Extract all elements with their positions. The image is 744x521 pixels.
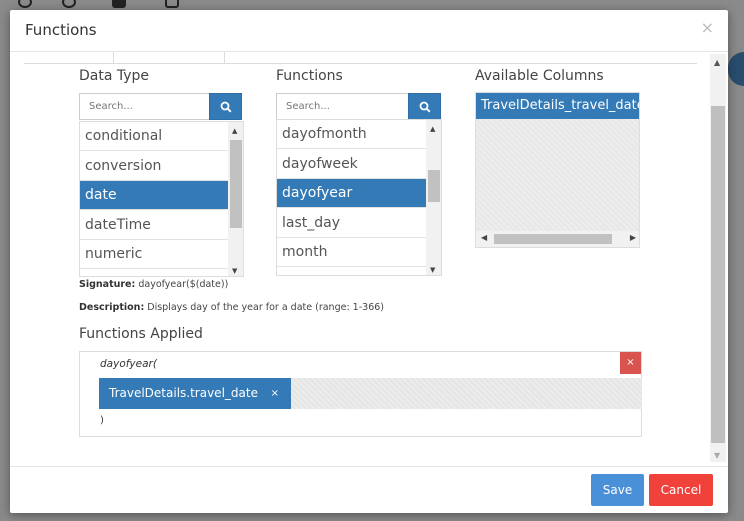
data-type-search <box>79 93 242 120</box>
scroll-down-icon[interactable]: ▼ <box>714 451 720 460</box>
tab-right[interactable] <box>224 52 697 64</box>
data-type-label: Data Type <box>79 68 150 84</box>
modal-footer: Save Cancel <box>10 466 728 513</box>
share-icon <box>62 0 76 8</box>
argument-chip[interactable]: TravelDetails.travel_date × <box>99 378 291 409</box>
available-columns-label: Available Columns <box>475 68 604 84</box>
signature-label: Signature: <box>79 279 136 290</box>
signature-value: dayofyear($(date)) <box>138 279 229 290</box>
available-column-item[interactable]: TravelDetails_travel_date <box>476 93 639 119</box>
save-disk-icon <box>165 0 179 8</box>
tab-left[interactable] <box>24 52 114 64</box>
close-icon[interactable]: × <box>701 18 714 37</box>
modal-title: Functions <box>25 21 97 39</box>
background-avatar <box>728 52 744 86</box>
description-value: Displays day of the year for a date (ran… <box>147 302 384 313</box>
scroll-up-icon[interactable]: ▲ <box>714 58 720 67</box>
list-item[interactable]: dayofmonth <box>277 120 426 149</box>
scrollbar-thumb[interactable] <box>494 234 612 244</box>
list-item[interactable]: dayofyear <box>277 179 426 208</box>
background-toolbar <box>0 0 744 10</box>
search-icon <box>220 101 232 113</box>
scroll-up-icon[interactable]: ▲ <box>232 127 237 135</box>
layout-icon <box>112 0 126 8</box>
signature-line: Signature: dayofyear($(date)) <box>79 279 228 290</box>
description-line: Description: Displays day of the year fo… <box>79 302 384 313</box>
search-icon <box>419 101 431 113</box>
tab-strip <box>24 52 697 64</box>
list-item[interactable]: dayofweek <box>277 150 426 179</box>
scrollbar-thumb[interactable] <box>428 170 440 202</box>
functions-label: Functions <box>276 68 343 84</box>
scroll-down-icon[interactable]: ▼ <box>232 267 237 275</box>
list-item[interactable]: last_day <box>277 209 426 238</box>
available-columns-list: TravelDetails_travel_date ◀ ▶ <box>475 92 640 248</box>
functions-search-input[interactable] <box>277 94 407 119</box>
remove-function-button[interactable]: × <box>620 352 641 374</box>
applied-function-name: dayofyear( <box>100 358 157 370</box>
modal-header: Functions × <box>10 10 728 52</box>
list-item[interactable]: numeric <box>80 240 228 269</box>
argument-label: TravelDetails.travel_date <box>109 386 258 400</box>
functions-list: dayofmonth dayofweek dayofyear last_day mont… <box>276 119 442 276</box>
argument-drop-zone[interactable]: TravelDetails.travel_date × <box>99 378 642 409</box>
functions-applied-box: dayofyear( × TravelDetails.travel_date ×… <box>79 351 642 437</box>
closing-paren: ) <box>100 415 104 426</box>
scrollbar-thumb[interactable] <box>230 140 242 228</box>
scroll-down-icon[interactable]: ▼ <box>430 266 435 274</box>
data-type-search-button[interactable] <box>209 93 242 120</box>
modal-scrollbar[interactable]: ▲ ▼ <box>710 54 726 462</box>
functions-search <box>276 93 441 120</box>
scroll-left-icon[interactable]: ◀ <box>481 233 487 242</box>
available-columns-hscrollbar[interactable]: ◀ ▶ <box>476 231 639 247</box>
scroll-up-icon[interactable]: ▲ <box>430 125 435 133</box>
remove-argument-icon[interactable]: × <box>271 378 279 409</box>
data-type-list: conditional conversion date dateTime numeric… <box>79 121 244 277</box>
save-button[interactable]: Save <box>591 474 644 506</box>
functions-search-button[interactable] <box>408 93 441 120</box>
list-item[interactable]: conversion <box>80 152 228 181</box>
functions-list-scrollbar[interactable]: ▲ ▼ <box>426 120 441 275</box>
data-type-list-scrollbar[interactable]: ▲ ▼ <box>228 122 243 276</box>
functions-modal: Functions × ▲ ▼ Data Type conditionalcon… <box>10 10 728 513</box>
list-item[interactable]: conditional <box>80 122 228 151</box>
description-label: Description: <box>79 302 145 313</box>
scrollbar-thumb[interactable] <box>711 106 725 443</box>
data-type-search-input[interactable] <box>80 94 208 119</box>
list-item[interactable]: dateTime <box>80 211 228 240</box>
functions-applied-label: Functions Applied <box>79 326 203 342</box>
scroll-right-icon[interactable]: ▶ <box>630 233 636 242</box>
cancel-button[interactable]: Cancel <box>649 474 713 506</box>
list-item[interactable]: month <box>277 238 426 267</box>
history-icon <box>18 0 32 8</box>
list-item[interactable]: date <box>80 181 228 210</box>
